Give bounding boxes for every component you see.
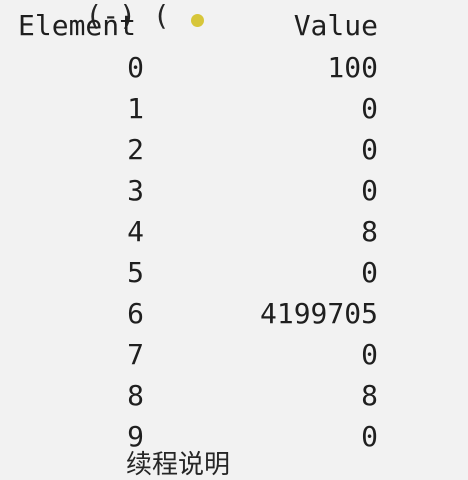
element-index-cell: 4 <box>127 215 144 248</box>
table-row: 3 0 <box>0 171 468 211</box>
clipped-footer-text: 续程说明 <box>126 450 231 480</box>
element-index-cell: 1 <box>127 92 144 125</box>
element-value-cell: 0 <box>361 338 378 371</box>
element-index-cell: 6 <box>127 297 144 330</box>
element-value-cell: 0 <box>361 174 378 207</box>
element-index-cell: 2 <box>127 133 144 166</box>
element-index-cell: 3 <box>127 174 144 207</box>
element-value-cell: 0 <box>361 420 378 453</box>
table-row: 0 100 <box>0 48 468 88</box>
element-index-cell: 7 <box>127 338 144 371</box>
element-value-cell: 0 <box>361 92 378 125</box>
element-column-header: Element <box>18 9 137 42</box>
table-row: 9 0 <box>0 417 468 457</box>
table-row: 5 0 <box>0 253 468 293</box>
console-output-window: (-) ( Element Value 0 100 1 0 2 0 3 0 4 … <box>0 0 468 478</box>
table-row: 6 4199705 <box>0 294 468 334</box>
element-value-cell: 8 <box>361 215 378 248</box>
element-value-cell: 0 <box>361 133 378 166</box>
element-index-cell: 5 <box>127 256 144 289</box>
element-value-cell: 0 <box>361 256 378 289</box>
table-row: 2 0 <box>0 130 468 170</box>
element-value-cell: 100 <box>327 51 378 84</box>
table-row: 4 8 <box>0 212 468 252</box>
element-value-cell: 8 <box>361 379 378 412</box>
table-row: 7 0 <box>0 335 468 375</box>
element-value-cell: 4199705 <box>259 297 378 330</box>
array-table-header: Element Value <box>18 8 378 44</box>
clipped-command-line: (-) ( <box>18 0 448 30</box>
value-column-header: Value <box>293 9 378 42</box>
table-row: 1 0 <box>0 89 468 129</box>
element-index-cell: 8 <box>127 379 144 412</box>
element-index-cell: 0 <box>127 51 144 84</box>
array-table-rows: 0 100 1 0 2 0 3 0 4 8 5 0 6 4199705 7 0 <box>0 48 468 453</box>
table-row: 8 8 <box>0 376 468 416</box>
